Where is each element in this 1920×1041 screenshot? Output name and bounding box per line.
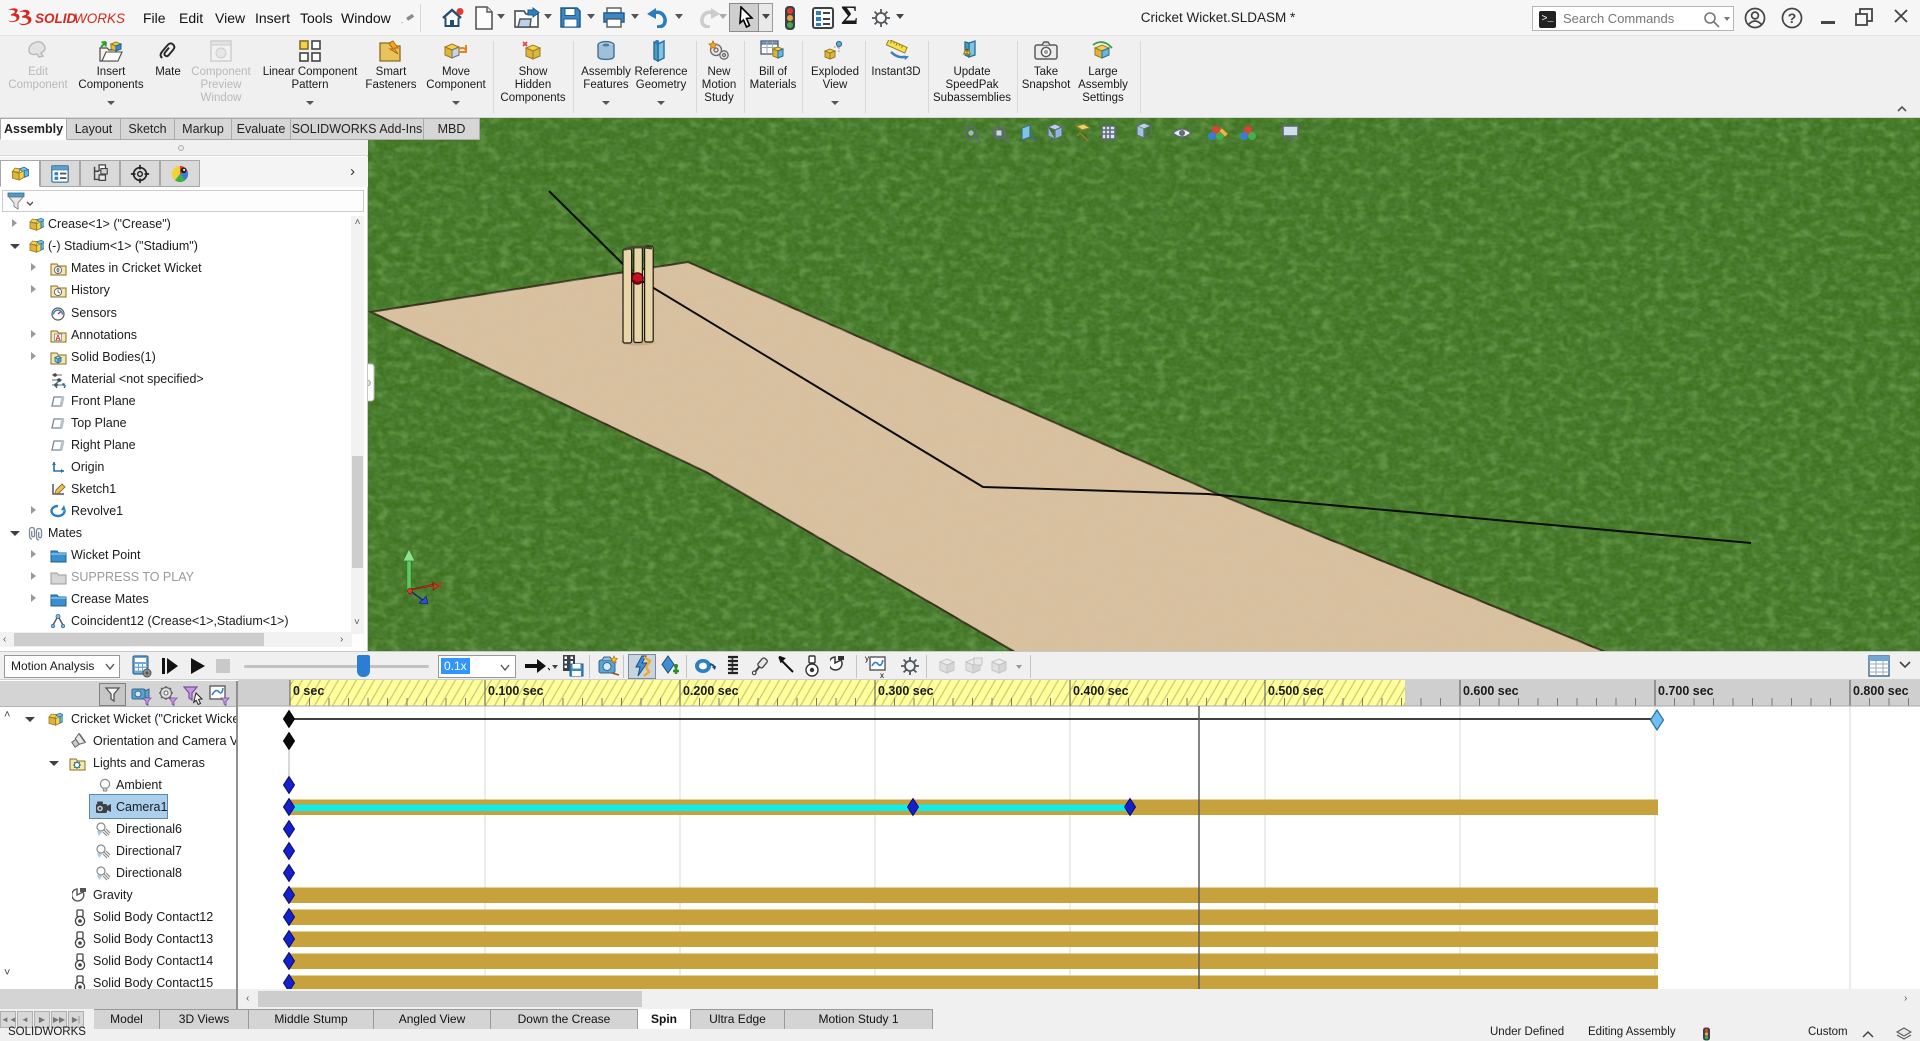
- svg-text:SOLID: SOLID: [35, 11, 77, 26]
- svg-text:0.600 sec: 0.600 sec: [1463, 684, 1519, 698]
- svg-text:0.700 sec: 0.700 sec: [1658, 684, 1714, 698]
- svg-text:0.800 sec: 0.800 sec: [1853, 684, 1909, 698]
- svg-text:x: x: [880, 671, 884, 679]
- svg-text:0.400 sec: 0.400 sec: [1073, 684, 1129, 698]
- svg-text:0 sec: 0 sec: [293, 684, 324, 698]
- svg-text:0.100 sec: 0.100 sec: [488, 684, 544, 698]
- svg-text:x: x: [437, 579, 443, 591]
- svg-text:0.300 sec: 0.300 sec: [878, 684, 934, 698]
- svg-text:!: !: [966, 49, 968, 55]
- svg-text:0.200 sec: 0.200 sec: [683, 684, 739, 698]
- svg-text:WORKS: WORKS: [74, 11, 125, 26]
- svg-text:0.500 sec: 0.500 sec: [1268, 684, 1324, 698]
- svg-text:?: ?: [1788, 10, 1797, 26]
- svg-text:y: y: [865, 654, 869, 663]
- svg-text:A: A: [55, 335, 60, 342]
